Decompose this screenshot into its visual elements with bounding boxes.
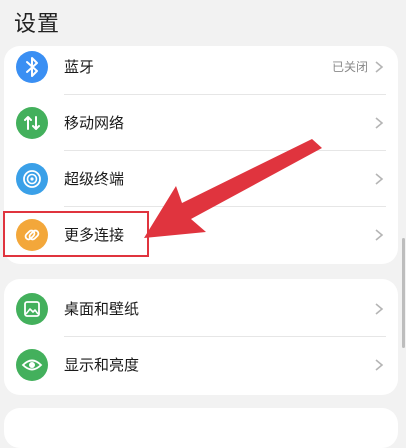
settings-group-display: 桌面和壁纸 显示和亮度 [4, 279, 398, 395]
settings-item-label: 超级终端 [64, 170, 125, 188]
divider [64, 150, 386, 151]
settings-item-label: 更多连接 [64, 226, 125, 244]
chevron-right-icon [375, 359, 384, 371]
bluetooth-icon [16, 51, 48, 83]
scrollbar[interactable] [402, 238, 405, 348]
settings-group-connectivity: 蓝牙 已关闭 移动网络 超级终端 更多连接 [4, 46, 398, 264]
settings-group-next [4, 408, 398, 448]
chevron-right-icon [375, 117, 384, 129]
link-icon [16, 219, 48, 251]
chevron-right-icon [375, 303, 384, 315]
divider [64, 336, 386, 337]
wallpaper-icon [16, 293, 48, 325]
settings-item-label: 蓝牙 [64, 58, 95, 76]
settings-item-bluetooth[interactable]: 蓝牙 已关闭 [4, 46, 398, 94]
divider [64, 94, 386, 95]
eye-icon [16, 349, 48, 381]
chevron-right-icon [375, 173, 384, 185]
settings-item-super-device[interactable]: 超级终端 [4, 152, 398, 206]
bluetooth-status: 已关闭 [331, 60, 368, 74]
super-device-icon [16, 163, 48, 195]
mobile-data-icon [16, 107, 48, 139]
settings-item-more-connections[interactable]: 更多连接 [4, 208, 398, 262]
settings-item-desktop-wallpaper[interactable]: 桌面和壁纸 [4, 282, 398, 336]
divider [64, 206, 386, 207]
settings-item-label: 移动网络 [64, 114, 125, 132]
settings-item-display-brightness[interactable]: 显示和亮度 [4, 338, 398, 392]
settings-item-label: 显示和亮度 [64, 356, 140, 374]
settings-item-mobile-network[interactable]: 移动网络 [4, 96, 398, 150]
settings-item-label: 桌面和壁纸 [64, 300, 140, 318]
chevron-right-icon [375, 61, 384, 73]
page-title: 设置 [14, 12, 61, 37]
chevron-right-icon [375, 229, 384, 241]
